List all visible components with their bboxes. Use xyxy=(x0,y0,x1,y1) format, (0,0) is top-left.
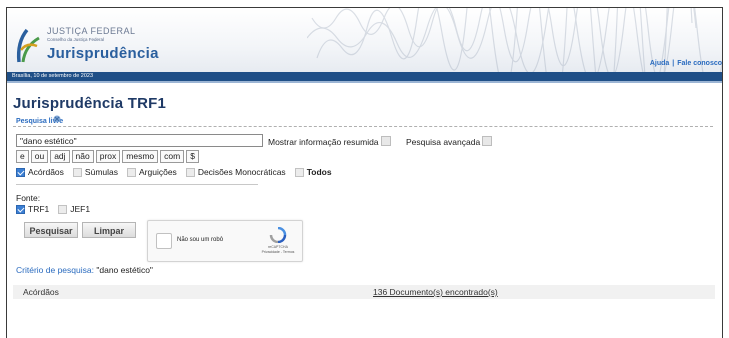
mostrar-resumida-option[interactable]: Mostrar informação resumida xyxy=(268,136,391,147)
current-date: Brasília, 10 de setembro de 2023 xyxy=(12,73,94,79)
decisoes-monocraticas-checkbox[interactable] xyxy=(185,167,195,177)
operator-button[interactable]: mesmo xyxy=(122,150,159,163)
operator-button[interactable]: $ xyxy=(186,150,199,163)
sumulas-label: Súmulas xyxy=(84,167,118,177)
criterio-de-pesquisa: Critério de pesquisa: "dano estético" xyxy=(16,265,153,275)
acordaos-checkbox[interactable] xyxy=(16,167,25,177)
jef1-label: JEF1 xyxy=(70,204,91,214)
pesquisa-avancada-label: Pesquisa avançada xyxy=(406,137,481,147)
search-input[interactable] xyxy=(16,134,263,147)
operator-button[interactable]: com xyxy=(160,150,185,163)
pesquisar-button[interactable]: Pesquisar xyxy=(24,222,78,238)
criterio-value: "dano estético" xyxy=(96,265,153,275)
help-icon[interactable] xyxy=(52,114,62,124)
base-acordaos[interactable]: Acórdãos xyxy=(16,167,64,177)
trf1-checkbox[interactable] xyxy=(16,204,25,214)
operator-button[interactable]: ou xyxy=(30,150,49,163)
org-name: JUSTIÇA FEDERAL xyxy=(47,26,136,36)
pesquisa-avancada-option[interactable]: Pesquisa avançada xyxy=(406,136,493,147)
base-decisoes-monocraticas[interactable]: Decisões Monocráticas xyxy=(185,167,286,177)
sumulas-checkbox[interactable] xyxy=(72,167,82,177)
operator-button[interactable]: adj xyxy=(50,150,70,163)
base-arguicoes[interactable]: Arguições xyxy=(127,167,177,177)
section-divider xyxy=(13,126,713,127)
arguicoes-checkbox[interactable] xyxy=(127,167,136,177)
fonte-jef1[interactable]: JEF1 xyxy=(58,204,90,214)
base-todos[interactable]: Todos xyxy=(294,167,332,177)
recaptcha-label: Não sou um robô xyxy=(177,237,224,243)
todos-checkbox[interactable] xyxy=(294,167,304,177)
mostrar-resumida-checkbox[interactable] xyxy=(380,136,391,146)
ajuda-link[interactable]: Ajuda xyxy=(650,60,669,67)
fonte-divider xyxy=(16,184,258,185)
header-links: Ajuda | Fale conosco xyxy=(650,60,722,67)
fonte-trf1[interactable]: TRF1 xyxy=(16,204,49,214)
justica-federal-logo-icon xyxy=(16,28,40,63)
links-separator: | xyxy=(672,60,675,67)
operator-button[interactable]: e xyxy=(16,150,29,163)
recaptcha-checkbox[interactable] xyxy=(156,233,172,249)
operator-buttons: e ou adj não prox mesmo com $ xyxy=(16,150,199,163)
site-header: JUSTIÇA FEDERAL Conselho da Justiça Fede… xyxy=(7,8,722,72)
operator-button[interactable]: não xyxy=(71,150,94,163)
fale-conosco-link[interactable]: Fale conosco xyxy=(677,60,722,67)
limpar-button[interactable]: Limpar xyxy=(82,222,136,238)
fonte-label: Fonte: xyxy=(16,193,41,203)
pesquisa-avancada-checkbox[interactable] xyxy=(482,136,493,146)
bases-options: Acórdãos Súmulas Arguições Decisões Mono… xyxy=(16,167,341,177)
jef1-checkbox[interactable] xyxy=(58,204,68,214)
operator-button[interactable]: prox xyxy=(95,150,121,163)
arguicoes-label: Arguições xyxy=(139,167,177,177)
app-title: Jurisprudência xyxy=(47,45,159,62)
mostrar-resumida-label: Mostrar informação resumida xyxy=(268,137,379,147)
decisoes-monocraticas-label: Decisões Monocráticas xyxy=(197,167,286,177)
trf1-label: TRF1 xyxy=(28,204,50,214)
recaptcha-widget: Não sou um robô reCAPTCHA Privacidade - … xyxy=(147,220,303,262)
date-bar: Brasília, 10 de setembro de 2023 xyxy=(7,72,722,83)
base-sumulas[interactable]: Súmulas xyxy=(72,167,118,177)
page-title: Jurisprudência TRF1 xyxy=(13,95,167,112)
results-base-label: Acórdãos xyxy=(23,287,59,297)
recaptcha-brand: reCAPTCHA Privacidade - Termos xyxy=(258,245,298,255)
recaptcha-links[interactable]: Privacidade - Termos xyxy=(258,250,298,255)
todos-label: Todos xyxy=(306,167,332,177)
results-count-link[interactable]: 136 Documento(s) encontrado(s) xyxy=(373,287,498,297)
criterio-label: Critério de pesquisa: xyxy=(16,265,94,275)
acordaos-label: Acórdãos xyxy=(28,167,64,177)
recaptcha-icon xyxy=(269,227,287,243)
fonte-options: TRF1 JEF1 xyxy=(16,204,99,214)
org-subtitle: Conselho da Justiça Federal xyxy=(47,37,105,42)
results-row: Acórdãos 136 Documento(s) encontrado(s) xyxy=(13,285,715,299)
